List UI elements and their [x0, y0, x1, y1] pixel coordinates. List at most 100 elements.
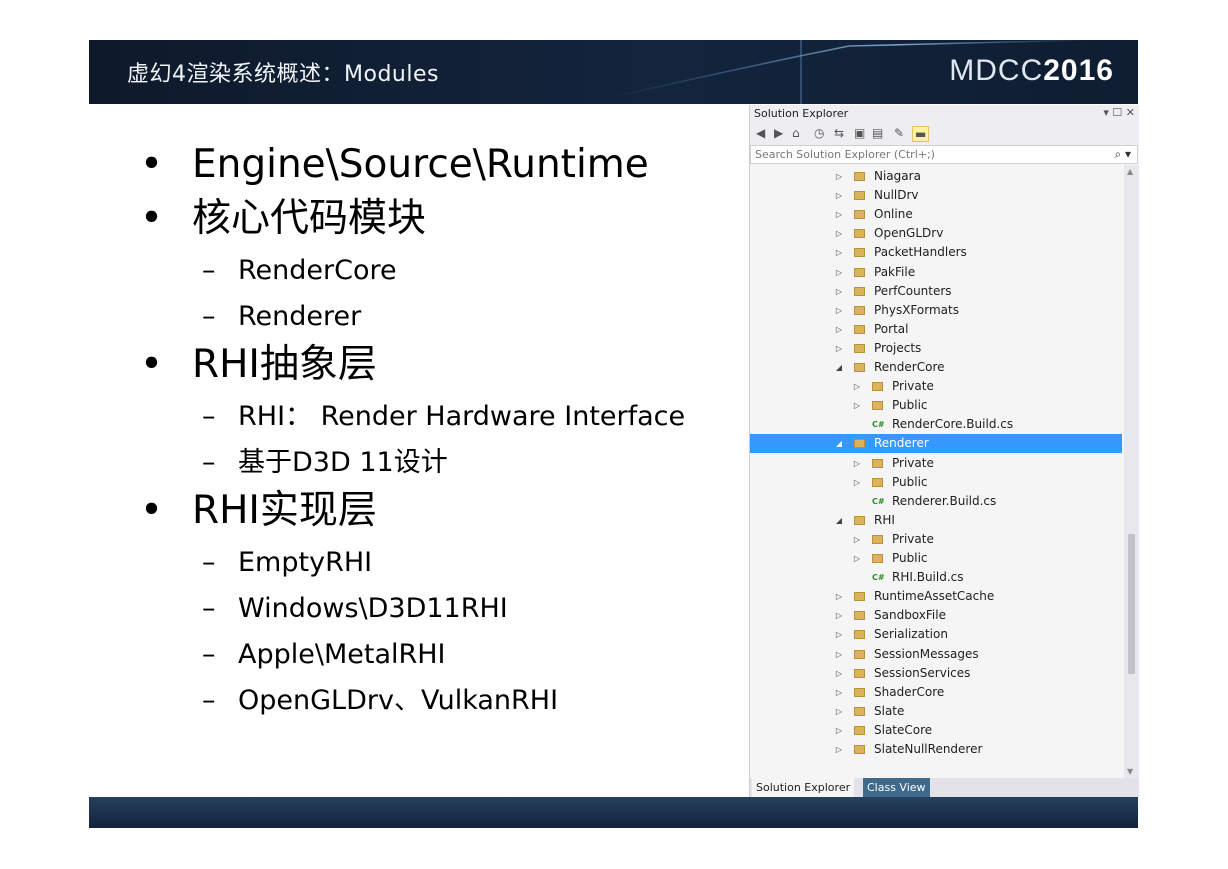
- expand-arrow-icon[interactable]: ▷: [834, 167, 844, 186]
- tree-node[interactable]: ▷ PerfCounters: [750, 282, 1122, 301]
- solution-explorer-panel: Solution Explorer ▾ ☐ ✕ ◀ ▶ ⌂ ◷ ⇆ ▣ ▤ ✎ …: [749, 105, 1139, 797]
- sub-bullet-item: – Apple\MetalRHI: [140, 632, 740, 678]
- expand-arrow-icon[interactable]: ▷: [852, 530, 862, 549]
- expand-arrow-icon[interactable]: ▷: [834, 702, 844, 721]
- tree-node[interactable]: ◢ RHI: [750, 511, 1122, 530]
- expand-arrow-icon[interactable]: ▷: [834, 721, 844, 740]
- expand-arrow-icon[interactable]: ▷: [834, 186, 844, 205]
- dash-glyph: –: [202, 401, 216, 432]
- vertical-scrollbar[interactable]: ▲ ▼: [1124, 165, 1139, 778]
- dash-glyph: –: [202, 547, 216, 578]
- tree-node[interactable]: ▷ RuntimeAssetCache: [750, 587, 1122, 606]
- collapse-arrow-icon[interactable]: ◢: [834, 434, 844, 453]
- search-solution-explorer[interactable]: Search Solution Explorer (Ctrl+;) ⌕ ▾: [750, 145, 1138, 164]
- tree-node[interactable]: ▷ NullDrv: [750, 186, 1122, 205]
- tab-solution-explorer[interactable]: Solution Explorer: [752, 778, 855, 797]
- tree-node[interactable]: ▷ OpenGLDrv: [750, 224, 1122, 243]
- expand-arrow-icon[interactable]: ▷: [834, 243, 844, 262]
- tree-node-label: PakFile: [874, 265, 916, 279]
- dash-glyph: –: [202, 639, 216, 670]
- expand-arrow-icon[interactable]: ▷: [834, 205, 844, 224]
- tree-node[interactable]: ▷ Projects: [750, 339, 1122, 358]
- collapse-arrow-icon[interactable]: ◢: [834, 358, 844, 377]
- tree-node[interactable]: C# RenderCore.Build.cs: [750, 415, 1122, 434]
- tree-node[interactable]: ▷ Private: [750, 454, 1122, 473]
- tree-node[interactable]: ▷ SandboxFile: [750, 606, 1122, 625]
- tree-node[interactable]: ▷ ShaderCore: [750, 683, 1122, 702]
- folder-icon: [872, 459, 883, 468]
- tree-node[interactable]: ◢ RenderCore: [750, 358, 1122, 377]
- expand-arrow-icon[interactable]: ▷: [852, 549, 862, 568]
- folder-icon: [854, 210, 865, 219]
- back-icon[interactable]: ◀: [756, 126, 765, 140]
- expand-arrow-icon[interactable]: ▷: [834, 282, 844, 301]
- properties-icon[interactable]: ✎: [894, 126, 904, 140]
- expand-arrow-icon[interactable]: ▷: [834, 606, 844, 625]
- preview-selected-icon[interactable]: ▬: [912, 126, 930, 142]
- expand-arrow-icon[interactable]: ▷: [834, 301, 844, 320]
- tree-node[interactable]: ▷ Serialization: [750, 625, 1122, 644]
- expand-arrow-icon[interactable]: ▷: [852, 473, 862, 492]
- expand-arrow-icon[interactable]: ▷: [834, 224, 844, 243]
- tree-node[interactable]: ◢ Renderer: [750, 434, 1122, 453]
- expand-arrow-icon[interactable]: ▷: [834, 587, 844, 606]
- tree-node-label: Renderer.Build.cs: [892, 494, 997, 508]
- expand-arrow-icon[interactable]: ▷: [852, 377, 862, 396]
- collapse-all-icon[interactable]: ▣: [854, 126, 865, 140]
- tree-node-label: ShaderCore: [874, 685, 945, 699]
- pending-changes-icon[interactable]: ◷: [814, 126, 824, 140]
- search-input[interactable]: Search Solution Explorer (Ctrl+;): [755, 148, 935, 161]
- folder-icon: [872, 382, 883, 391]
- tree-node[interactable]: ▷ PakFile: [750, 263, 1122, 282]
- tree-node[interactable]: ▷ Public: [750, 473, 1122, 492]
- search-icon[interactable]: ⌕ ▾: [1114, 147, 1131, 162]
- tree-node-label: Public: [892, 551, 928, 565]
- tab-class-view[interactable]: Class View: [863, 778, 930, 797]
- tree-node[interactable]: ▷ Public: [750, 396, 1122, 415]
- scroll-up-icon[interactable]: ▲: [1127, 167, 1133, 176]
- tree-node-label: Serialization: [874, 627, 948, 641]
- expand-arrow-icon[interactable]: ▷: [852, 396, 862, 415]
- tree-node[interactable]: ▷ SlateNullRenderer: [750, 740, 1122, 759]
- forward-icon[interactable]: ▶: [774, 126, 783, 140]
- tree-node-label: Slate: [874, 704, 905, 718]
- dash-glyph: –: [202, 593, 216, 624]
- tree-node[interactable]: ▷ PhysXFormats: [750, 301, 1122, 320]
- tree-node[interactable]: ▷ Portal: [750, 320, 1122, 339]
- tree-node[interactable]: ▷ Online: [750, 205, 1122, 224]
- window-controls[interactable]: ▾ ☐ ✕: [1103, 106, 1135, 119]
- expand-arrow-icon[interactable]: ▷: [834, 625, 844, 644]
- tree-node[interactable]: ▷ PacketHandlers: [750, 243, 1122, 262]
- sub-bullet-item: – Renderer: [140, 294, 740, 340]
- expand-arrow-icon[interactable]: ▷: [834, 645, 844, 664]
- tree-node[interactable]: C# RHI.Build.cs: [750, 568, 1122, 587]
- expand-arrow-icon[interactable]: ▷: [834, 263, 844, 282]
- tree-node[interactable]: C# Renderer.Build.cs: [750, 492, 1122, 511]
- scroll-down-icon[interactable]: ▼: [1127, 767, 1133, 776]
- logo-text: MDCC: [949, 54, 1044, 87]
- collapse-arrow-icon[interactable]: ◢: [834, 511, 844, 530]
- tree-node[interactable]: ▷ Private: [750, 530, 1122, 549]
- sub-bullet-text: Apple\MetalRHI: [238, 639, 446, 670]
- expand-arrow-icon[interactable]: ▷: [834, 683, 844, 702]
- sync-icon[interactable]: ⇆: [834, 126, 844, 140]
- expand-arrow-icon[interactable]: ▷: [834, 664, 844, 683]
- tree-node[interactable]: ▷ SessionMessages: [750, 645, 1122, 664]
- home-icon[interactable]: ⌂: [792, 126, 800, 140]
- expand-arrow-icon[interactable]: ▷: [834, 740, 844, 759]
- tree-node[interactable]: ▷ Public: [750, 549, 1122, 568]
- expand-arrow-icon[interactable]: ▷: [852, 454, 862, 473]
- tree-node[interactable]: ▷ Slate: [750, 702, 1122, 721]
- tree-node-label: SlateNullRenderer: [874, 742, 983, 756]
- scroll-thumb[interactable]: [1128, 534, 1135, 674]
- expand-arrow-icon[interactable]: ▷: [834, 320, 844, 339]
- expand-arrow-icon[interactable]: ▷: [834, 339, 844, 358]
- tree-node[interactable]: ▷ SessionServices: [750, 664, 1122, 683]
- tree-node-label: RHI: [874, 513, 895, 527]
- tree-node[interactable]: ▷ Private: [750, 377, 1122, 396]
- show-all-files-icon[interactable]: ▤: [872, 126, 883, 140]
- panel-tabs: Solution Explorer Class View: [750, 778, 1139, 797]
- folder-icon: [854, 669, 865, 678]
- tree-node[interactable]: ▷ SlateCore: [750, 721, 1122, 740]
- tree-node[interactable]: ▷ Niagara: [750, 167, 1122, 186]
